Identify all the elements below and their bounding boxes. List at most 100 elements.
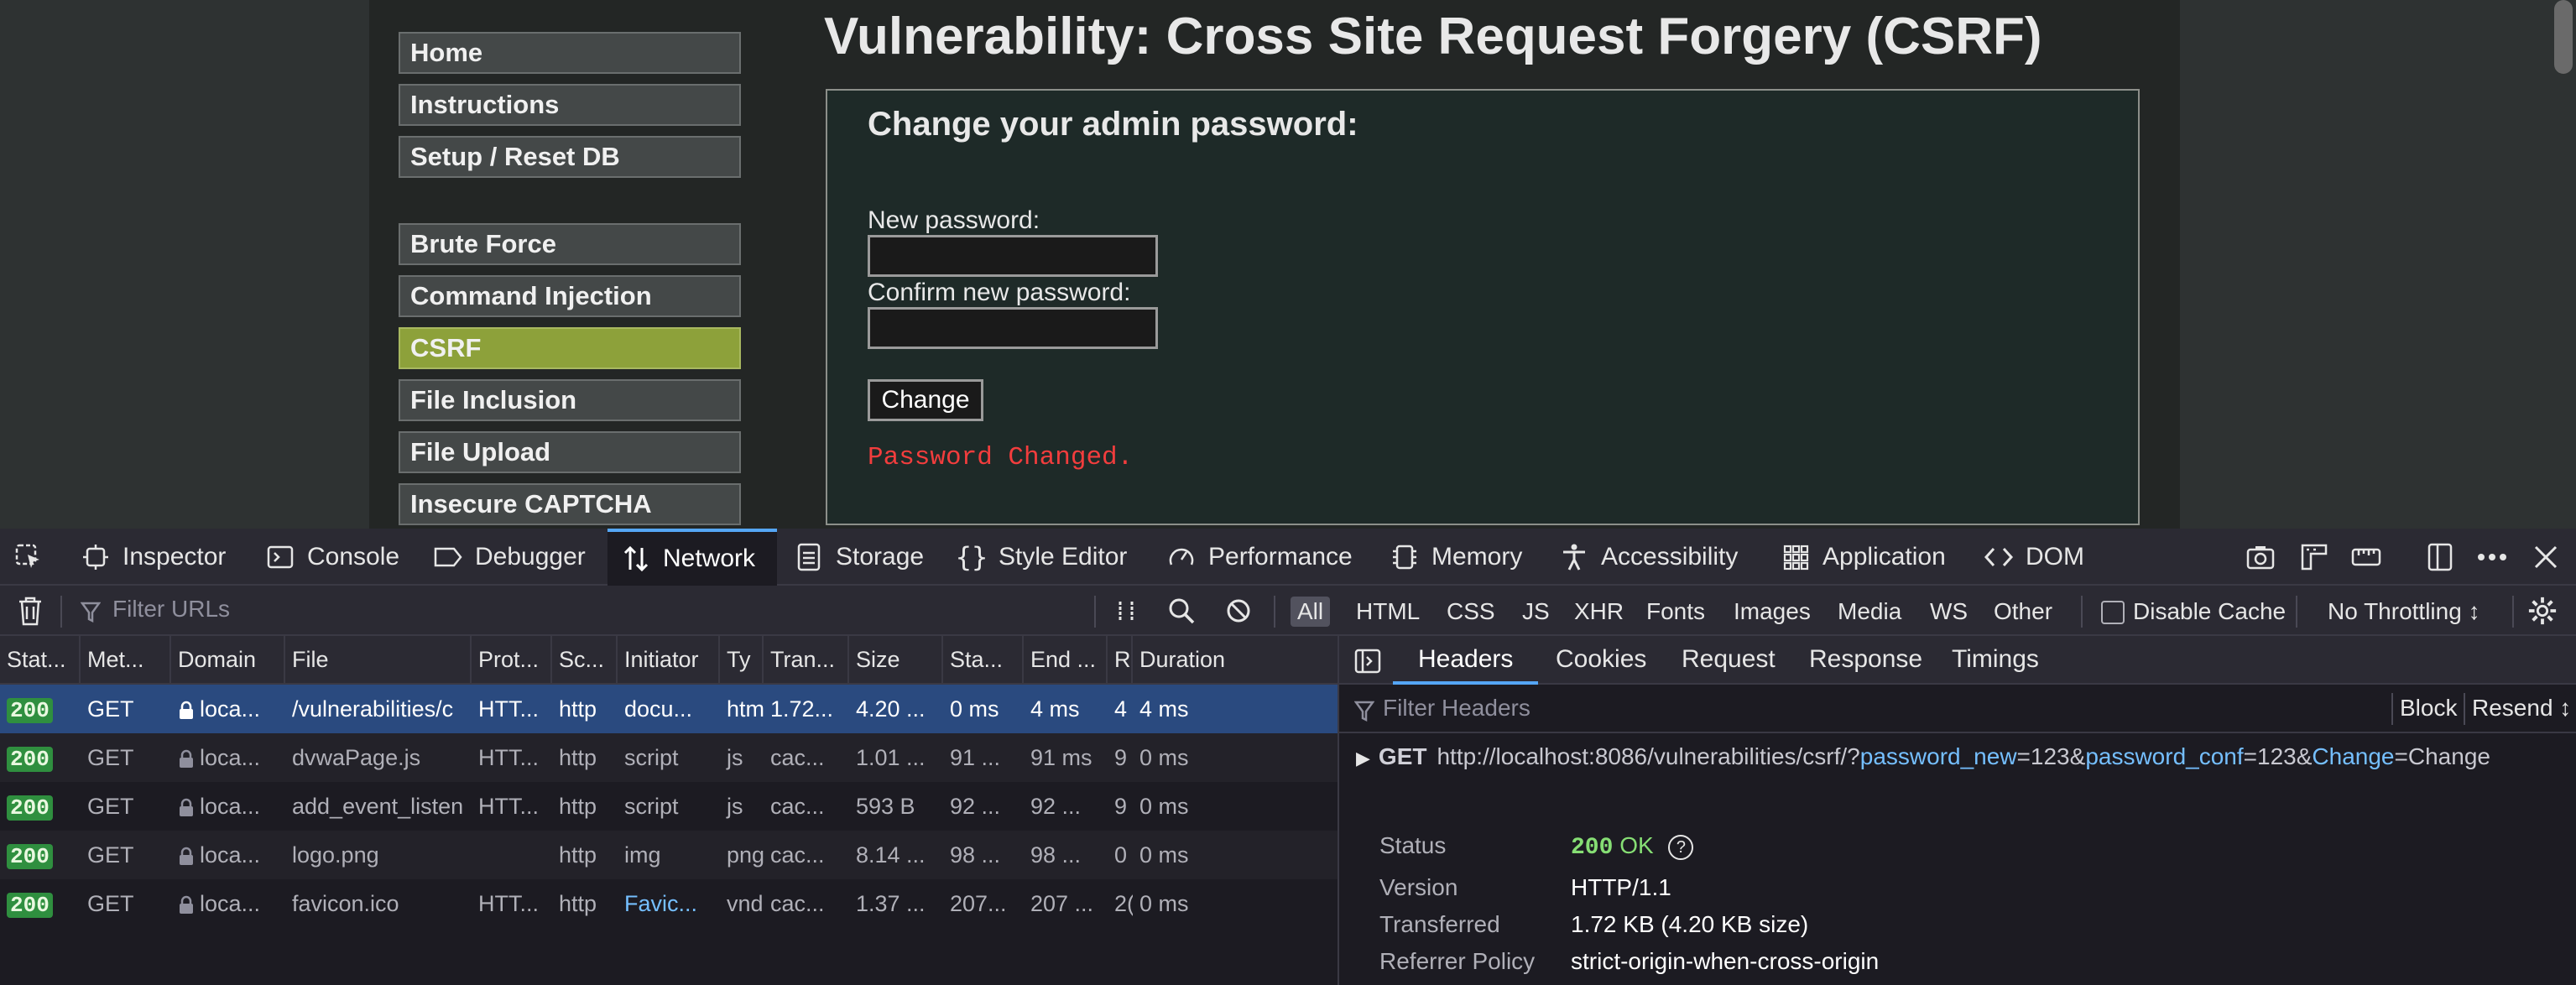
- tab-style-editor[interactable]: {} Style Editor: [956, 529, 1128, 586]
- measure-icon[interactable]: [2351, 542, 2381, 572]
- cell-scheme: http: [559, 794, 597, 819]
- close-icon[interactable]: [2531, 542, 2561, 572]
- column-duration[interactable]: Duration: [1133, 636, 1338, 683]
- disable-cache-checkbox[interactable]: [2101, 601, 2125, 624]
- separator: [1094, 596, 1096, 628]
- confirm-password-input[interactable]: [868, 307, 1158, 349]
- trash-icon[interactable]: [15, 596, 45, 626]
- column-size[interactable]: Size: [849, 636, 943, 683]
- column-domain[interactable]: Domain: [171, 636, 285, 683]
- block-icon[interactable]: [1223, 596, 1254, 626]
- tab-accessibility[interactable]: Accessibility: [1559, 529, 1738, 586]
- menu-item-setup-reset-db[interactable]: Setup / Reset DB: [399, 136, 741, 178]
- table-row[interactable]: 200 GET loca... /vulnerabilities/c HTT... htt…: [0, 685, 1338, 733]
- tab-console[interactable]: Console: [265, 529, 399, 586]
- pause-icon[interactable]: [1111, 596, 1141, 626]
- filter-css[interactable]: CSS: [1440, 597, 1502, 627]
- cell-status: 200: [0, 879, 81, 928]
- column-end-time[interactable]: End ...: [1024, 636, 1108, 683]
- table-row[interactable]: 200 GET loca... dvwaPage.js HTT... http script…: [0, 733, 1338, 782]
- tab-timings[interactable]: Timings: [1927, 636, 2064, 685]
- table-row[interactable]: 200 GET loca... logo.png http img png cac... 8.1…: [0, 831, 1338, 879]
- cell-end: 4 ms: [1030, 696, 1080, 722]
- page-scrollbar[interactable]: [2554, 0, 2573, 74]
- cell-duration: 4 ms: [1139, 696, 1189, 722]
- cell-end: 91 ms: [1030, 745, 1092, 770]
- cell-protocol: [472, 831, 552, 879]
- column-scheme[interactable]: Sc...: [552, 636, 618, 683]
- filter-other[interactable]: Other: [1987, 597, 2059, 627]
- filter-urls-input[interactable]: Filter URLs: [112, 596, 230, 623]
- tab-application[interactable]: Application: [1781, 529, 1946, 586]
- filter-xhr[interactable]: XHR: [1567, 597, 1630, 627]
- filter-ws[interactable]: WS: [1923, 597, 1974, 627]
- cell-protocol: HTT...: [478, 794, 539, 819]
- tab-performance[interactable]: Performance: [1166, 529, 1353, 586]
- cell-domain: loca...: [171, 782, 285, 831]
- menu-item-insecure-captcha[interactable]: Insecure CAPTCHA: [399, 483, 741, 525]
- toggle-sidebar-icon[interactable]: [1353, 646, 1383, 676]
- column-transferred[interactable]: Tran...: [764, 636, 849, 683]
- cell-size: 8.14 ...: [856, 842, 926, 868]
- responsive-design-icon[interactable]: [2299, 542, 2329, 572]
- element-picker-icon[interactable]: [13, 542, 44, 572]
- table-row[interactable]: 200 GET loca... add_event_listen HTT... http s…: [0, 782, 1338, 831]
- column-method[interactable]: Met...: [81, 636, 171, 683]
- filter-fonts[interactable]: Fonts: [1640, 597, 1712, 627]
- password-changed-message: Password Changed.: [868, 443, 1134, 472]
- column-file[interactable]: File: [285, 636, 472, 683]
- column-start-time[interactable]: Sta...: [943, 636, 1024, 683]
- cell-start: 92 ...: [950, 794, 1001, 819]
- table-row[interactable]: 200 GET loca... favicon.ico HTT... http Favic.…: [0, 879, 1338, 928]
- column-response-time[interactable]: R: [1108, 636, 1133, 683]
- cell-scheme: http: [559, 842, 597, 868]
- tab-label: Performance: [1208, 543, 1353, 571]
- debugger-icon: [433, 542, 463, 572]
- tab-dom[interactable]: DOM: [1984, 529, 2084, 586]
- menu-item-instructions[interactable]: Instructions: [399, 84, 741, 126]
- cell-initiator[interactable]: Favic...: [618, 879, 720, 928]
- disclosure-triangle-icon[interactable]: ▶: [1356, 748, 1370, 769]
- tab-request[interactable]: Request: [1656, 636, 1801, 685]
- settings-gear-icon[interactable]: [2527, 596, 2558, 626]
- menu-item-command-injection[interactable]: Command Injection: [399, 275, 741, 317]
- help-icon[interactable]: ?: [1668, 834, 1694, 860]
- tab-headers[interactable]: Headers: [1393, 636, 1539, 685]
- request-table: Stat... Met... Domain File Prot... Sc...…: [0, 636, 1338, 985]
- column-initiator[interactable]: Initiator: [618, 636, 720, 683]
- menu-item-csrf[interactable]: CSRF: [399, 327, 741, 369]
- tab-cookies[interactable]: Cookies: [1530, 636, 1671, 685]
- column-protocol[interactable]: Prot...: [472, 636, 552, 683]
- dock-side-icon[interactable]: [2425, 542, 2455, 572]
- cell-scheme: http: [559, 745, 597, 770]
- tab-storage[interactable]: Storage: [794, 529, 924, 586]
- filter-js[interactable]: JS: [1515, 597, 1557, 627]
- filter-all[interactable]: All: [1291, 597, 1331, 627]
- filter-html[interactable]: HTML: [1349, 597, 1426, 627]
- screenshot-icon[interactable]: [2245, 542, 2276, 572]
- tab-memory[interactable]: Memory: [1390, 529, 1522, 586]
- change-button[interactable]: Change: [868, 379, 983, 421]
- request-url-line[interactable]: ▶ GET http://localhost:8086/vulnerabilitie…: [1356, 743, 2490, 770]
- version-row: Version HTTP/1.1: [1379, 874, 1671, 901]
- search-icon[interactable]: [1166, 596, 1197, 626]
- filter-headers-input[interactable]: Filter Headers: [1383, 695, 1530, 722]
- more-options-icon[interactable]: [2477, 542, 2507, 572]
- menu-item-home[interactable]: Home: [399, 32, 741, 74]
- tab-debugger[interactable]: Debugger: [433, 529, 586, 586]
- cell-method: GET: [87, 794, 134, 819]
- block-button[interactable]: Block: [2400, 695, 2457, 722]
- filter-images[interactable]: Images: [1727, 597, 1817, 627]
- column-status[interactable]: Stat...: [0, 636, 81, 683]
- throttling-select[interactable]: No Throttling ↕: [2321, 597, 2487, 627]
- menu-item-brute-force[interactable]: Brute Force: [399, 223, 741, 265]
- menu-item-file-inclusion[interactable]: File Inclusion: [399, 379, 741, 421]
- filter-media[interactable]: Media: [1831, 597, 1908, 627]
- column-type[interactable]: Ty: [720, 636, 764, 683]
- tab-inspector[interactable]: Inspector: [81, 529, 226, 586]
- resend-button[interactable]: Resend ↕: [2472, 695, 2571, 722]
- new-password-input[interactable]: [868, 235, 1158, 277]
- tab-response[interactable]: Response: [1784, 636, 1948, 685]
- menu-item-file-upload[interactable]: File Upload: [399, 431, 741, 473]
- tab-network[interactable]: Network: [607, 529, 777, 586]
